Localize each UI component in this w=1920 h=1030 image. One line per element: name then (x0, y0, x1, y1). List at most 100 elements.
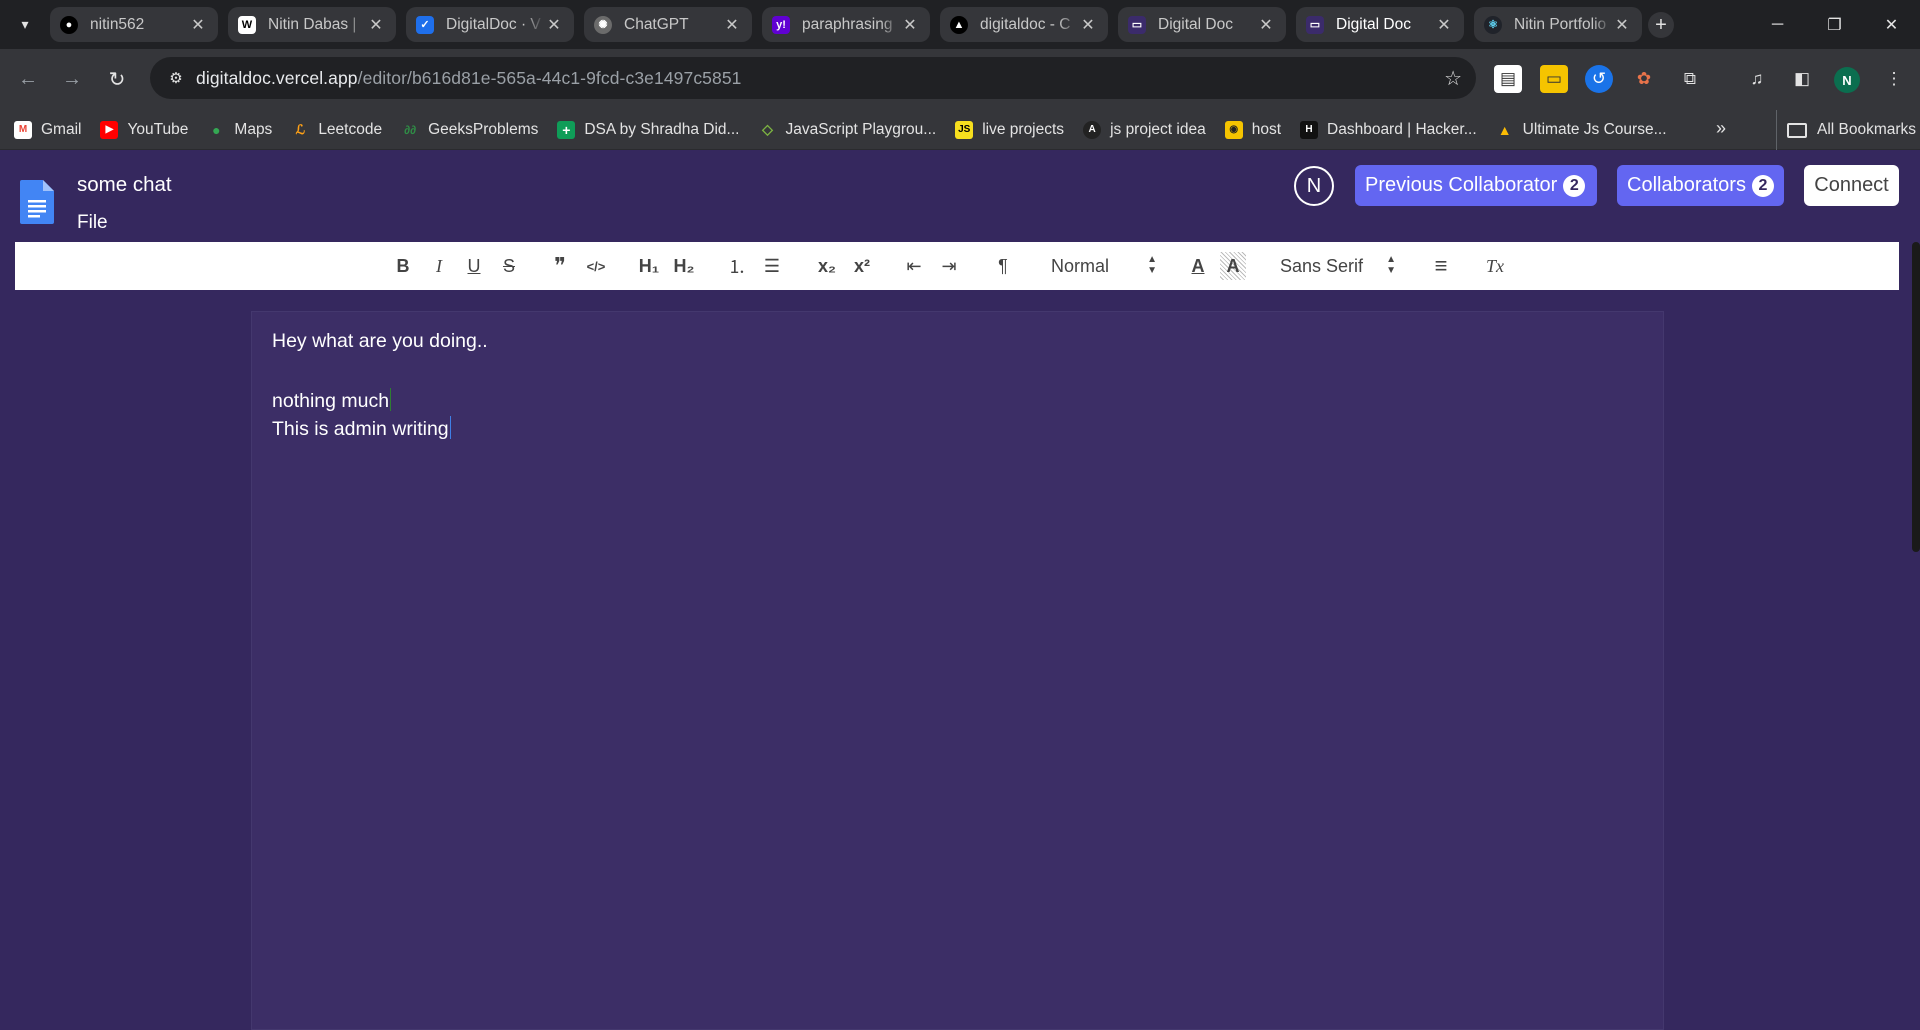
restore-icon[interactable]: ❐ (1806, 0, 1863, 49)
address-bar[interactable]: ⚙ digitaldoc.vercel.app/editor/b616d81e-… (150, 57, 1476, 99)
new-tab-button[interactable]: + (1648, 12, 1674, 38)
text-direction-button[interactable]: ¶ (990, 252, 1016, 280)
outdent-button[interactable]: ⇤ (901, 252, 927, 280)
browser-tab[interactable]: y! paraphrasing ✕ (762, 7, 930, 42)
bookmarks-overflow-icon[interactable]: » (1716, 118, 1726, 139)
tab-close-icon[interactable]: ✕ (900, 15, 920, 35)
font-select[interactable]: Sans Serif ▲ ▼ (1280, 252, 1396, 280)
italic-button[interactable]: I (426, 252, 452, 280)
tab-close-icon[interactable]: ✕ (1612, 15, 1632, 35)
bookmark-leetcode[interactable]: ℒ Leetcode (291, 121, 382, 139)
tab-close-icon[interactable]: ✕ (1256, 15, 1276, 35)
bookmark-dsa-sheet[interactable]: + DSA by Shradha Did... (557, 120, 739, 139)
browser-tab[interactable]: ● nitin562 ✕ (50, 7, 218, 42)
header-2-button[interactable]: H₂ (669, 252, 699, 280)
document-title[interactable]: some chat (77, 173, 172, 197)
extensions-puzzle-icon[interactable]: ⧉ (1676, 65, 1704, 93)
kebab-menu-icon[interactable]: ⋮ (1880, 65, 1908, 93)
header-1-button[interactable]: H₁ (634, 252, 664, 280)
bookmark-youtube[interactable]: ▶ YouTube (100, 120, 188, 139)
bookmark-js-project-idea[interactable]: Ajs project idea (1083, 120, 1206, 139)
vercel-icon: ▲ (950, 15, 968, 34)
bookmark-ultimate-js[interactable]: ▲ Ultimate Js Course... (1496, 121, 1667, 139)
align-button[interactable]: ≡ (1428, 252, 1454, 280)
superscript-button[interactable]: x² (848, 252, 876, 280)
blockquote-button[interactable]: ❞ (547, 252, 573, 280)
app-header: some chat File N Previous Collaborator 2… (0, 150, 1920, 242)
extension-doc-icon[interactable]: ▤ (1494, 65, 1522, 93)
collaborators-button[interactable]: Collaborators 2 (1617, 165, 1784, 206)
gmail-icon: M (14, 120, 32, 139)
extension-cookie-icon[interactable]: ✿ (1630, 65, 1658, 93)
select-arrows-icon: ▲ ▼ (1147, 254, 1157, 276)
bookmark-maps[interactable]: ● Maps (207, 121, 272, 139)
browser-tab[interactable]: ▲ digitaldoc - C ✕ (940, 7, 1108, 42)
extension-sync-icon[interactable]: ↺ (1585, 65, 1613, 93)
bookmark-host[interactable]: ◉ host (1224, 120, 1281, 139)
tab-close-icon[interactable]: ✕ (366, 15, 386, 35)
tab-close-icon[interactable]: ✕ (188, 15, 208, 35)
previous-collaborator-button[interactable]: Previous Collaborator 2 (1355, 165, 1597, 206)
browser-tab[interactable]: ✓ DigitalDoc · V ✕ (406, 7, 574, 42)
browser-tab[interactable]: ✺ ChatGPT ✕ (584, 7, 752, 42)
profile-avatar[interactable]: N (1834, 67, 1860, 93)
minimize-icon[interactable]: ─ (1749, 0, 1806, 49)
clean-format-button[interactable]: Tx (1482, 252, 1508, 280)
ordered-list-button[interactable]: ⒈ (724, 252, 750, 280)
text-color-button[interactable]: A (1185, 252, 1211, 280)
bookmark-geeksproblems[interactable]: ∂∂ GeeksProblems (401, 121, 538, 139)
all-bookmarks-button[interactable]: All Bookmarks (1776, 110, 1916, 150)
tab-close-icon[interactable]: ✕ (1434, 15, 1454, 35)
js-idea-icon: A (1083, 120, 1102, 139)
side-panel-icon[interactable]: ◧ (1788, 65, 1816, 93)
background-color-button[interactable]: A (1220, 252, 1246, 280)
digitaldoc-icon: ▭ (1128, 15, 1146, 34)
indent-button[interactable]: ⇥ (936, 252, 962, 280)
browser-tab[interactable]: ▭ Digital Doc ✕ (1118, 7, 1286, 42)
leetcode-icon: ℒ (295, 121, 305, 137)
bookmark-star-icon[interactable]: ☆ (1444, 66, 1462, 91)
bookmark-hackerrank[interactable]: H Dashboard | Hacker... (1300, 120, 1477, 139)
browser-tab[interactable]: W Nitin Dabas | ✕ (228, 7, 396, 42)
editor-toolbar: B I U S ❞ </> H₁ H₂ ⒈ ☰ x₂ x² ⇤ ⇥ ¶ Norm… (15, 242, 1899, 290)
underline-button[interactable]: U (461, 252, 487, 280)
extension-host-icon[interactable]: ▭ (1540, 65, 1568, 93)
js-icon: JS (955, 120, 974, 139)
tab-search-chevron-icon[interactable]: ▾ (0, 0, 50, 49)
tab-close-icon[interactable]: ✕ (1078, 15, 1098, 35)
bookmark-live-projects[interactable]: JS live projects (955, 120, 1064, 139)
forward-arrow-icon[interactable]: → (54, 61, 90, 97)
select-arrows-icon: ▲ ▼ (1386, 254, 1396, 276)
document-editor[interactable]: Hey what are you doing.. nothing much Th… (251, 311, 1664, 1030)
media-control-icon[interactable]: ♫ (1743, 65, 1771, 93)
site-info-icon[interactable]: ⚙ (156, 57, 196, 99)
file-menu[interactable]: File (77, 212, 108, 234)
collaborators-count-badge: 2 (1751, 174, 1774, 197)
drive-icon: ▲ (1497, 121, 1512, 138)
header-select[interactable]: Normal ▲ ▼ (1051, 252, 1157, 280)
subscript-button[interactable]: x₂ (813, 252, 841, 280)
collaborator-cursor (449, 416, 451, 439)
page-scrollbar[interactable] (1912, 242, 1920, 552)
user-avatar[interactable]: N (1294, 166, 1334, 206)
window-close-icon[interactable]: ✕ (1863, 0, 1920, 49)
bullet-list-button[interactable]: ☰ (759, 252, 785, 280)
host-icon: ◉ (1224, 120, 1243, 139)
bookmark-js-playground[interactable]: ◇ JavaScript Playgrou... (758, 121, 936, 139)
geeksforgeeks-icon: ∂∂ (404, 122, 417, 137)
connect-button[interactable]: Connect (1804, 165, 1899, 206)
bold-button[interactable]: B (390, 252, 416, 280)
tab-close-icon[interactable]: ✕ (722, 15, 742, 35)
browser-tab[interactable]: ⚛ Nitin Portfolio ✕ (1474, 7, 1642, 42)
code-block-button[interactable]: </> (582, 252, 610, 280)
tab-close-icon[interactable]: ✕ (544, 15, 564, 35)
youtube-icon: ▶ (100, 120, 119, 139)
back-arrow-icon[interactable]: ← (10, 61, 46, 97)
browser-tab-active[interactable]: ▭ Digital Doc ✕ (1296, 7, 1464, 42)
strike-button[interactable]: S (496, 252, 522, 280)
bookmarks-bar: M Gmail ▶ YouTube ● Maps ℒ Leetcode ∂∂ GeeksP… (0, 110, 1920, 150)
reload-icon[interactable]: ↻ (99, 61, 135, 97)
editor-line: nothing much (272, 388, 392, 412)
bookmark-gmail[interactable]: M Gmail (14, 120, 81, 139)
chatgpt-icon: ✺ (594, 15, 612, 34)
